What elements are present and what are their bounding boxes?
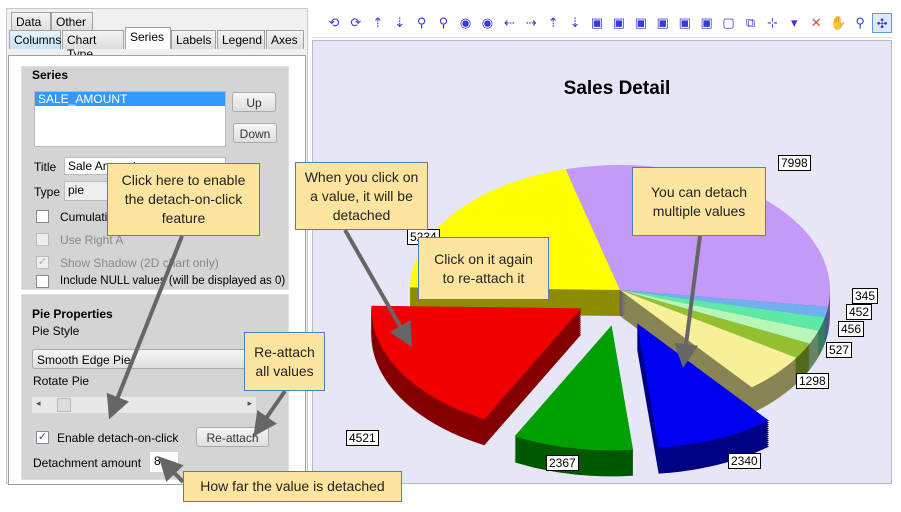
callout-enable: Click here to enable the detach-on-click… (107, 163, 260, 236)
value-label: 2340 (728, 453, 761, 469)
value-label: 456 (838, 321, 865, 337)
value-label: 452 (846, 304, 873, 320)
callout-multiple: You can detach multiple values (632, 167, 766, 236)
callout-click-again: Click on it again to re-attach it (418, 237, 549, 300)
value-label: 345 (852, 288, 879, 304)
value-label: 1298 (796, 373, 829, 389)
tab-series[interactable]: Series (125, 27, 171, 49)
value-label: 4521 (346, 430, 379, 446)
callout-how-far: How far the value is detached (183, 471, 402, 502)
value-label: 527 (826, 342, 853, 358)
callout-click-value: When you click on a value, it will be de… (295, 162, 428, 230)
chart-title: Sales Detail (563, 78, 671, 99)
value-label: 7998 (778, 155, 811, 171)
callout-reattach-all: Re-attach all values (244, 332, 325, 391)
value-label: 2367 (546, 455, 579, 471)
